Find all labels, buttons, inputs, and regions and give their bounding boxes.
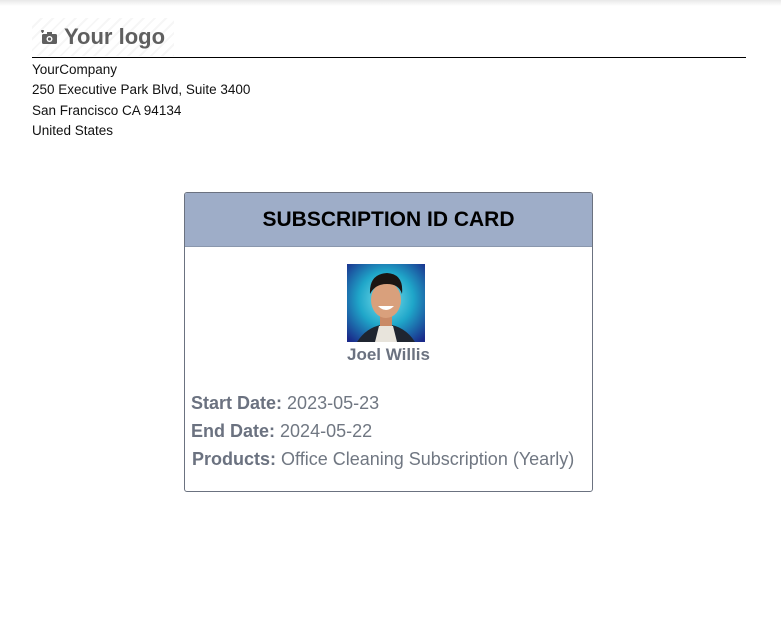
card-title: SUBSCRIPTION ID CARD <box>185 193 592 247</box>
company-logo: Your logo <box>32 18 174 56</box>
end-date-value: 2024-05-22 <box>280 421 373 441</box>
customer-name: Joel Willis <box>347 345 430 364</box>
logo-text: Your logo <box>64 24 166 49</box>
products-label: Products: <box>192 449 277 469</box>
top-shadow <box>0 0 781 6</box>
start-date-value: 2023-05-23 <box>287 393 380 413</box>
end-date-row: End Date: 2024-05-22 <box>191 421 372 442</box>
products-value: Office Cleaning Subscription (Yearly) <box>281 449 575 469</box>
subscription-id-card: SUBSCRIPTION ID CARD Joel Willis Start D… <box>184 192 593 492</box>
start-date-row: Start Date: 2023-05-23 <box>191 393 379 414</box>
company-name: YourCompany <box>32 62 118 77</box>
address-line-2: San Francisco CA 94134 <box>32 102 182 118</box>
products-row: Products: Office Cleaning Subscription (… <box>192 449 574 470</box>
company-address: YourCompany 250 Executive Park Blvd, Sui… <box>32 60 250 141</box>
address-country: United States <box>32 122 114 138</box>
end-date-label: End Date: <box>191 421 276 441</box>
start-date-label: Start Date: <box>191 393 283 413</box>
header-divider <box>32 57 746 58</box>
camera-icon <box>40 30 58 44</box>
customer-photo <box>347 264 425 342</box>
address-line-1: 250 Executive Park Blvd, Suite 3400 <box>32 82 251 98</box>
